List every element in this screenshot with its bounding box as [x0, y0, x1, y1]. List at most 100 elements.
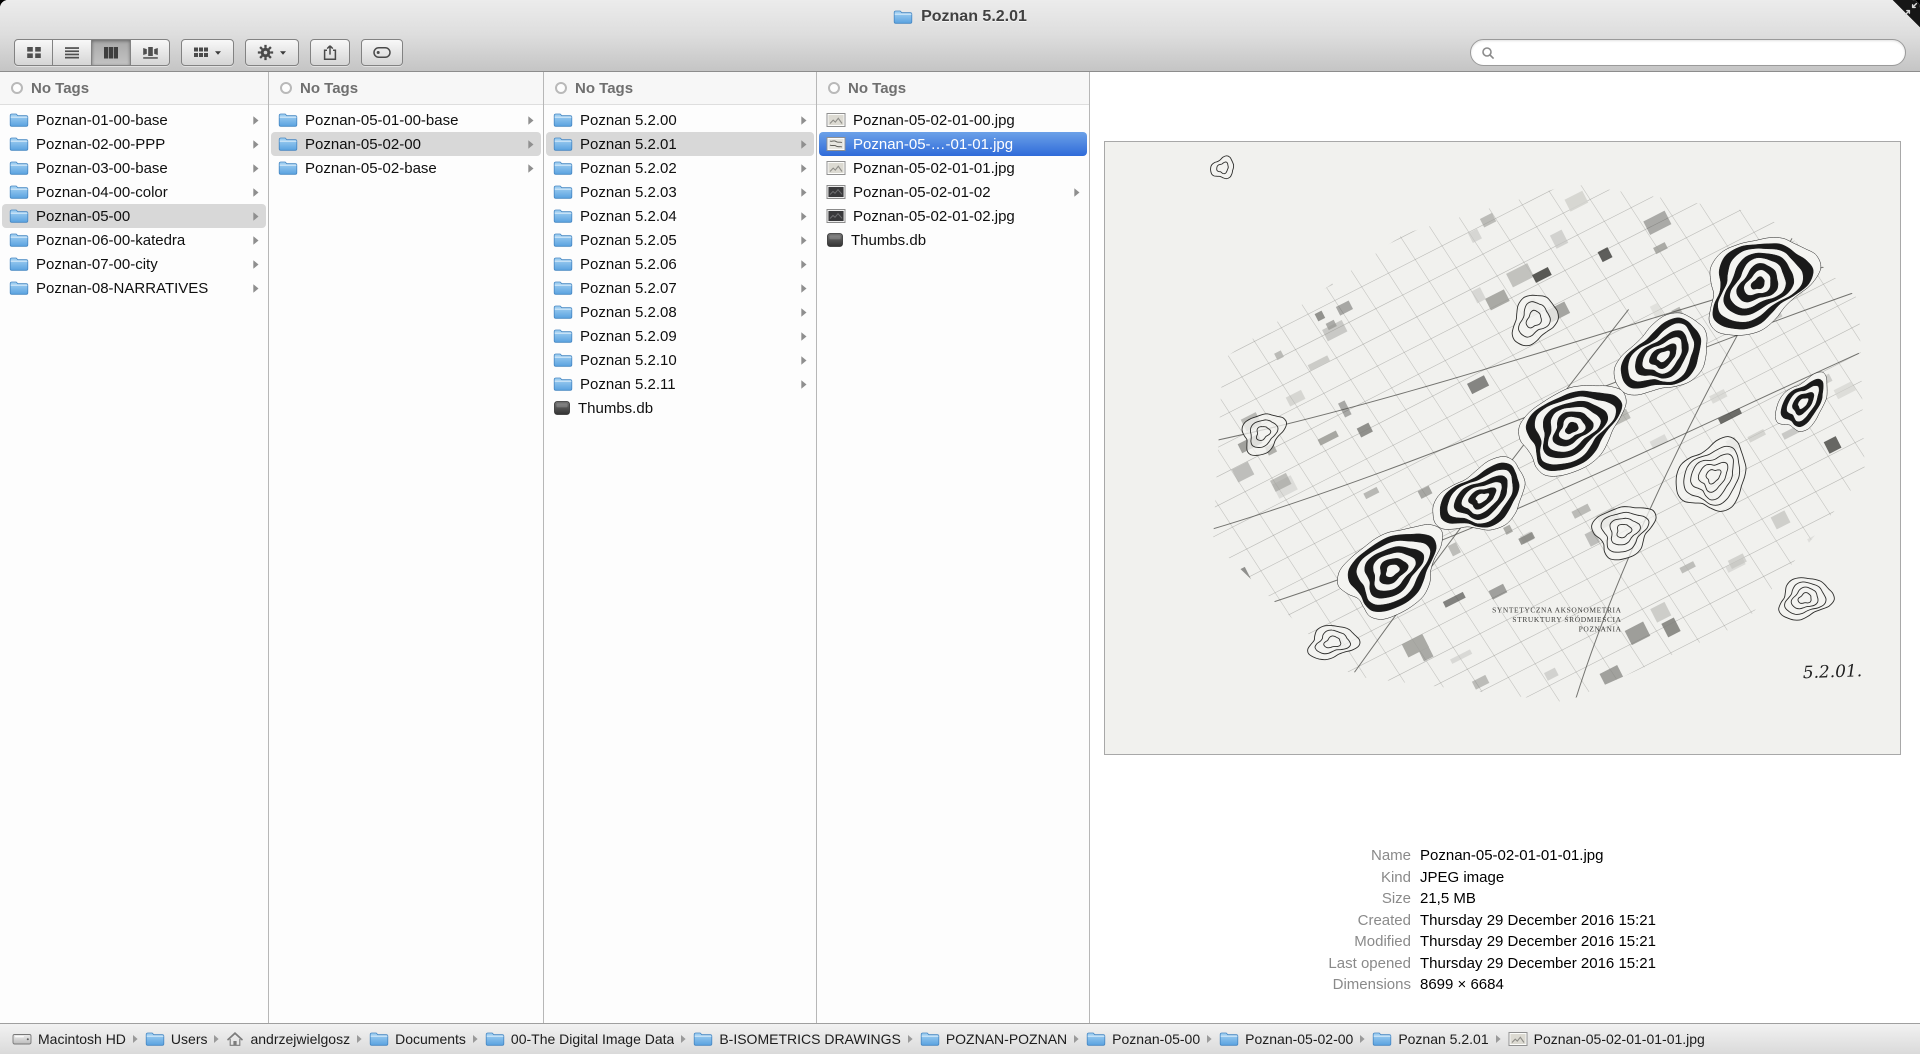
- file-row[interactable]: Thumbs.db: [546, 396, 814, 420]
- file-row[interactable]: Poznan-05-…-01-01.jpg: [819, 132, 1087, 156]
- path-item[interactable]: Poznan 5.2.01: [1370, 1031, 1490, 1047]
- file-row[interactable]: Poznan-05-02-00: [271, 132, 541, 156]
- file-row[interactable]: Poznan-01-00-base: [2, 108, 266, 132]
- view-mode-segmented-control: [14, 39, 170, 66]
- column-header-label: No Tags: [848, 79, 907, 97]
- icon-view-button[interactable]: [14, 39, 53, 66]
- file-row[interactable]: Poznan 5.2.01: [546, 132, 814, 156]
- image-file-icon: [826, 112, 846, 128]
- list-view-button[interactable]: [53, 39, 92, 66]
- image-file-icon: [826, 208, 846, 224]
- column-view-button[interactable]: [92, 39, 131, 66]
- file-row[interactable]: Poznan-06-00-katedra: [2, 228, 266, 252]
- column-header: No Tags: [817, 72, 1089, 105]
- path-item[interactable]: Poznan-05-02-00: [1217, 1031, 1355, 1047]
- path-item[interactable]: Macintosh HD: [10, 1031, 128, 1047]
- share-button[interactable]: [310, 39, 350, 66]
- path-item[interactable]: andrzejwielgosz: [224, 1031, 352, 1047]
- window-title: Poznan 5.2.01: [921, 8, 1027, 25]
- path-item-label: Poznan-05-02-00: [1245, 1031, 1354, 1047]
- file-info-row: Created Thursday 29 December 2016 15:21: [1090, 910, 1904, 932]
- gear-icon: [257, 44, 274, 61]
- chevron-right-icon: [252, 139, 260, 150]
- file-name: Poznan-05-00: [36, 207, 131, 225]
- file-name: Poznan-06-00-katedra: [36, 231, 186, 249]
- chevron-right-icon: [800, 139, 808, 150]
- file-row[interactable]: Poznan 5.2.11: [546, 372, 814, 396]
- file-row[interactable]: Poznan-05-02-01-01.jpg: [819, 156, 1087, 180]
- file-row[interactable]: Poznan-05-00: [2, 204, 266, 228]
- file-row[interactable]: Poznan 5.2.00: [546, 108, 814, 132]
- file-row[interactable]: Poznan-02-00-PPP: [2, 132, 266, 156]
- file-info-row: Kind JPEG image: [1090, 867, 1904, 889]
- path-separator-icon: [676, 1034, 691, 1044]
- finder-window: Poznan 5.2.01 No Tags Poznan-01-00-base …: [0, 0, 1920, 1054]
- folder-icon: [369, 1031, 389, 1047]
- column-browser: No Tags Poznan-01-00-base Poznan-02-00-PPP…: [0, 72, 1920, 1023]
- tag-icon: [373, 46, 391, 59]
- path-item[interactable]: Documents: [367, 1031, 468, 1047]
- file-list: Poznan-01-00-base Poznan-02-00-PPP Poznan-…: [0, 105, 268, 300]
- file-row[interactable]: Poznan 5.2.10: [546, 348, 814, 372]
- file-row[interactable]: Poznan 5.2.08: [546, 300, 814, 324]
- file-row[interactable]: Poznan-03-00-base: [2, 156, 266, 180]
- cover-flow-icon: [142, 47, 158, 59]
- folder-icon: [1219, 1031, 1239, 1047]
- file-info-row: Name Poznan-05-02-01-01-01.jpg: [1090, 845, 1904, 867]
- folder-icon: [553, 112, 573, 128]
- chevron-right-icon: [527, 115, 535, 126]
- search-input[interactable]: [1501, 44, 1895, 61]
- path-item[interactable]: 00-The Digital Image Data: [483, 1031, 676, 1047]
- preview-image[interactable]: SYNTETYCZNA AKSONOMETRIA STRUKTURY ŚRÓDMI…: [1104, 141, 1901, 755]
- file-row[interactable]: Poznan 5.2.02: [546, 156, 814, 180]
- file-name: Poznan-05-02-01-01.jpg: [853, 159, 1015, 177]
- folder-icon: [553, 352, 573, 368]
- file-row[interactable]: Poznan 5.2.09: [546, 324, 814, 348]
- file-row[interactable]: Poznan 5.2.03: [546, 180, 814, 204]
- finder-column: No Tags Poznan-05-01-00-base Poznan-05-02-…: [269, 72, 544, 1023]
- tags-button[interactable]: [361, 39, 403, 66]
- path-item[interactable]: POZNAN-POZNAN: [918, 1031, 1069, 1047]
- info-value: 8699 × 6684: [1420, 976, 1504, 993]
- path-item-label: B-ISOMETRICS DRAWINGS: [719, 1031, 901, 1047]
- search-field[interactable]: [1470, 39, 1906, 66]
- file-info-row: Dimensions 8699 × 6684: [1090, 974, 1904, 996]
- path-item[interactable]: Users: [143, 1031, 210, 1047]
- file-row[interactable]: Poznan 5.2.07: [546, 276, 814, 300]
- action-button[interactable]: [245, 39, 299, 66]
- file-row[interactable]: Poznan 5.2.04: [546, 204, 814, 228]
- file-row[interactable]: Thumbs.db: [819, 228, 1087, 252]
- file-row[interactable]: Poznan 5.2.06: [546, 252, 814, 276]
- cover-flow-view-button[interactable]: [131, 39, 170, 66]
- file-row[interactable]: Poznan-04-00-color: [2, 180, 266, 204]
- folder-icon: [553, 328, 573, 344]
- share-icon: [323, 45, 337, 60]
- chevron-right-icon: [800, 283, 808, 294]
- info-value: Poznan-05-02-01-01-01.jpg: [1420, 847, 1604, 864]
- file-row[interactable]: Poznan-05-02-01-02.jpg: [819, 204, 1087, 228]
- file-list: Poznan-05-02-01-00.jpg Poznan-05-…-01-01.…: [817, 105, 1089, 252]
- file-row[interactable]: Poznan-05-01-00-base: [271, 108, 541, 132]
- folder-icon: [553, 280, 573, 296]
- path-item-label: Poznan 5.2.01: [1398, 1031, 1489, 1047]
- hdd-icon: [12, 1031, 32, 1047]
- file-name: Poznan 5.2.11: [580, 375, 676, 393]
- file-row[interactable]: Poznan 5.2.05: [546, 228, 814, 252]
- path-item[interactable]: B-ISOMETRICS DRAWINGS: [691, 1031, 903, 1047]
- file-row[interactable]: Poznan-05-02-01-00.jpg: [819, 108, 1087, 132]
- db-file-icon: [826, 232, 844, 248]
- file-row[interactable]: Poznan-08-NARRATIVES: [2, 276, 266, 300]
- path-item[interactable]: Poznan-05-00: [1084, 1031, 1202, 1047]
- exit-fullscreen-button[interactable]: [1890, 0, 1920, 30]
- file-row[interactable]: Poznan-07-00-city: [2, 252, 266, 276]
- file-row[interactable]: Poznan-05-02-base: [271, 156, 541, 180]
- titlebar[interactable]: Poznan 5.2.01: [0, 0, 1920, 34]
- file-name: Poznan-05-02-00: [305, 135, 421, 153]
- chevron-right-icon: [252, 187, 260, 198]
- path-item[interactable]: Poznan-05-02-01-01-01.jpg: [1506, 1031, 1707, 1047]
- chevron-right-icon: [800, 259, 808, 270]
- folder-icon: [553, 376, 573, 392]
- chevron-right-icon: [252, 235, 260, 246]
- arrange-button[interactable]: [181, 39, 234, 66]
- file-row[interactable]: Poznan-05-02-01-02: [819, 180, 1087, 204]
